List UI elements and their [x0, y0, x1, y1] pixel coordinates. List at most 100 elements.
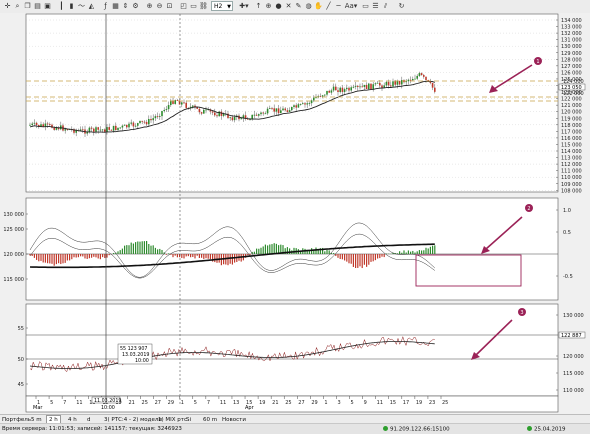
osc-bar: [214, 254, 215, 262]
template-icon[interactable]: ◰: [179, 2, 188, 11]
candle-body: [368, 84, 370, 89]
candle-body: [166, 109, 168, 110]
candle-body: [287, 110, 289, 112]
link-icon[interactable]: ⛓: [199, 2, 208, 11]
line-chart-icon[interactable]: 〜: [77, 2, 86, 11]
date-tick-label: 21: [272, 400, 278, 406]
osc-bar: [40, 254, 41, 261]
window-icon[interactable]: ▭: [189, 2, 198, 11]
price-tick-label: 128 000: [561, 57, 582, 63]
osc-bar: [423, 250, 424, 254]
osc-bar: [430, 247, 431, 254]
osc-bar: [366, 254, 367, 267]
candle-body: [196, 108, 198, 109]
candle-body: [100, 130, 102, 131]
print-icon[interactable]: ▤: [33, 2, 42, 11]
delete-icon[interactable]: ✕: [284, 2, 293, 11]
trendline-icon[interactable]: ╱: [324, 2, 333, 11]
chevron-down-icon: ▼: [227, 2, 231, 12]
candle-body: [135, 126, 137, 127]
rsi-panel[interactable]: 555045130 000120 000115 000110 000 122 8…: [18, 304, 585, 396]
timeframe-select[interactable]: H2 ▼: [211, 1, 233, 11]
candle-body: [146, 122, 148, 124]
osc-bar: [263, 246, 264, 254]
osc-bar: [364, 254, 365, 265]
rectangle-icon[interactable]: ▭: [361, 2, 370, 11]
indicator-icon[interactable]: ƒ: [101, 2, 110, 11]
candle-body: [265, 113, 267, 114]
price-tick-label: 127 000: [561, 64, 582, 70]
date-tick-label: 1: [181, 400, 184, 406]
channel-icon[interactable]: ⫽: [381, 2, 390, 11]
copy-icon[interactable]: ❐: [23, 2, 32, 11]
candle-body: [31, 124, 33, 125]
candle-body: [254, 115, 256, 116]
osc-bar: [353, 254, 354, 267]
chart-area[interactable]: 134 000133 000132 000131 000130 000129 0…: [0, 13, 590, 414]
pencil-icon[interactable]: ✎: [294, 2, 303, 11]
point-icon[interactable]: ●: [274, 2, 283, 11]
fit-icon[interactable]: ⊡: [165, 2, 174, 11]
candle-body: [357, 86, 359, 87]
candle-body: [192, 106, 194, 107]
date-tick-label: 23: [429, 400, 435, 406]
scale-icon[interactable]: ⇕: [121, 2, 130, 11]
arrow-up-icon[interactable]: ↑: [254, 2, 263, 11]
price-tick-label: 112 000: [561, 162, 582, 168]
date-tick-label: 21: [128, 400, 134, 406]
horizontal-line-icon[interactable]: ─: [334, 2, 343, 11]
candle-body: [240, 118, 242, 119]
candles-icon[interactable]: ▮: [67, 2, 76, 11]
osc-bar: [324, 251, 325, 254]
text-tool-button[interactable]: Aa▾: [344, 2, 358, 11]
fibonacci-icon[interactable]: ☰: [371, 2, 380, 11]
price-axis: 134 000133 000132 000131 000130 000129 0…: [556, 18, 584, 194]
osc-bar: [104, 254, 105, 258]
candle-body: [309, 103, 311, 104]
osc-bar: [43, 254, 44, 262]
zoom-icon[interactable]: ⌕: [13, 2, 22, 11]
magnet-icon[interactable]: ◍: [304, 2, 313, 11]
hand-icon[interactable]: ✋: [314, 2, 323, 11]
candle-body: [390, 85, 392, 86]
settings-icon[interactable]: ⚙: [131, 2, 140, 11]
bar-chart-icon[interactable]: ┃: [57, 2, 66, 11]
oscillator-panel[interactable]: 130 000125 000120 000115 0001.00.5-0.5 2: [3, 198, 572, 300]
date-tick-label: 19: [416, 400, 422, 406]
osc-bar: [194, 254, 195, 258]
candle-body: [152, 118, 154, 120]
osc-bar: [139, 242, 140, 254]
price-panel[interactable]: 134 000133 000132 000131 000130 000129 0…: [26, 14, 585, 194]
osc-bar: [93, 254, 94, 257]
area-chart-icon[interactable]: ◭: [87, 2, 96, 11]
osc-bar: [428, 248, 429, 254]
target-icon[interactable]: ⊕: [264, 2, 273, 11]
save-icon[interactable]: ▣: [43, 2, 52, 11]
price-tick-label: 121 000: [561, 103, 582, 109]
cursor-plus-icon[interactable]: ✚▾: [237, 2, 251, 11]
candle-body: [276, 108, 278, 111]
osc-bar: [256, 249, 257, 254]
osc-bar: [32, 254, 33, 256]
osc-bar: [333, 253, 334, 254]
osc-bar: [47, 254, 48, 263]
candle-body: [302, 103, 304, 104]
osc-bar: [142, 241, 143, 254]
osc-bar: [150, 246, 151, 254]
osc-bar: [60, 254, 61, 264]
candle-body: [117, 128, 119, 130]
candle-body: [348, 88, 350, 91]
grid-icon[interactable]: ▦: [111, 2, 120, 11]
date-tick-label: 7: [63, 400, 66, 406]
osc-bar: [186, 254, 187, 256]
candle-body: [421, 73, 423, 75]
osc-bar: [216, 254, 217, 263]
zoom-out-icon[interactable]: ⊖: [155, 2, 164, 11]
osc-bar: [205, 254, 206, 258]
candle-body: [372, 84, 374, 89]
refresh-icon[interactable]: ↻: [397, 2, 406, 11]
candle-body: [221, 112, 223, 116]
crosshair-icon[interactable]: ✛: [3, 2, 12, 11]
zoom-in-icon[interactable]: ⊕: [145, 2, 154, 11]
rsi-right-tick-label: 130 000: [563, 313, 584, 319]
